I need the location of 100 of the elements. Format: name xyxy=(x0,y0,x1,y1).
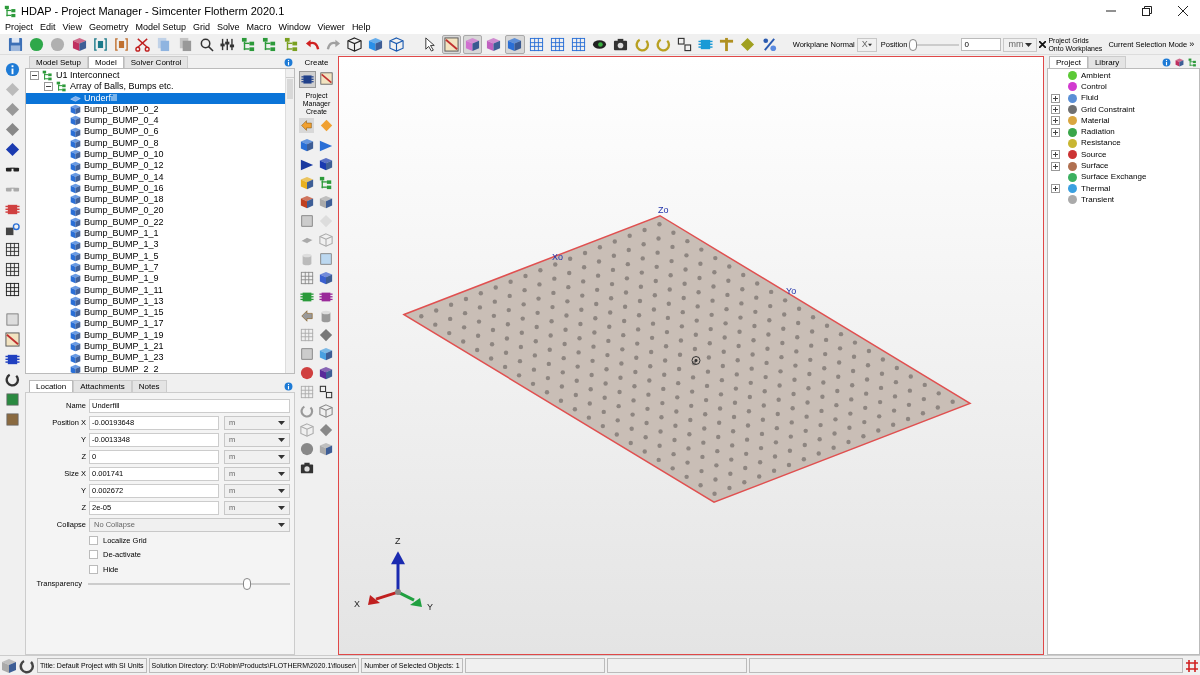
tree-item[interactable]: Bump_BUMP_1_19 xyxy=(26,329,285,342)
ball-icon[interactable] xyxy=(300,366,314,380)
chip-icon[interactable] xyxy=(301,73,314,86)
tree-item[interactable]: Resistance xyxy=(1048,137,1199,150)
camera-icon[interactable] xyxy=(300,461,314,475)
panel-tab[interactable]: Model Setup xyxy=(29,56,88,68)
tree-item[interactable]: Bump_BUMP_1_7 xyxy=(26,262,285,274)
tree-item[interactable]: Radiation xyxy=(1048,126,1199,138)
cube-icon[interactable] xyxy=(319,442,333,456)
tree-item[interactable]: Bump_BUMP_0_16 xyxy=(26,182,285,195)
cube-icon[interactable] xyxy=(319,195,333,209)
tree-item[interactable]: Fluid xyxy=(1048,92,1199,104)
tree-item[interactable]: Surface Exchange xyxy=(1048,171,1199,183)
cube-icon[interactable] xyxy=(300,176,314,190)
tree-item[interactable]: Bump_BUMP_0_20 xyxy=(26,205,285,217)
chip-icon[interactable] xyxy=(319,290,333,304)
info-icon[interactable] xyxy=(5,62,20,77)
tree-item[interactable]: Bump_BUMP_0_14 xyxy=(26,171,285,183)
tree-item[interactable]: Bump_BUMP_1_23 xyxy=(26,352,285,364)
cube-icon[interactable] xyxy=(319,347,333,361)
tree-item[interactable]: Source xyxy=(1048,149,1199,161)
arrow-icon[interactable] xyxy=(300,309,314,323)
menu-item[interactable]: Help xyxy=(348,21,374,35)
grid-icon[interactable] xyxy=(5,282,20,297)
arrow-icon[interactable] xyxy=(300,119,313,132)
panel-tab[interactable]: Location xyxy=(29,380,74,392)
menu-item[interactable]: Window xyxy=(275,21,314,35)
info-icon[interactable] xyxy=(1162,58,1171,67)
tree-item[interactable]: Underfill xyxy=(26,92,285,104)
square-icon[interactable] xyxy=(5,392,20,407)
tree-item[interactable]: Bump_BUMP_0_10 xyxy=(26,149,285,161)
hierarchy-icon[interactable] xyxy=(1188,58,1197,67)
cylinder-icon[interactable] xyxy=(319,309,333,323)
tree-item[interactable]: Thermal xyxy=(1048,182,1199,195)
tree-item[interactable]: U1 Interconnect xyxy=(26,70,285,82)
info-icon[interactable] xyxy=(284,58,293,67)
expand-toggle[interactable] xyxy=(1051,105,1060,115)
diamond-icon[interactable] xyxy=(319,328,333,342)
tree-item[interactable]: Bump_BUMP_0_6 xyxy=(26,126,285,138)
ball-icon[interactable] xyxy=(300,442,314,456)
wireframe-cube-icon[interactable] xyxy=(319,404,333,418)
checkbox[interactable] xyxy=(89,564,98,574)
close-icon[interactable] xyxy=(1039,41,1047,48)
menu-item[interactable]: Macro xyxy=(243,21,275,35)
grid-icon[interactable] xyxy=(5,242,20,257)
cube-icon[interactable] xyxy=(1175,58,1184,67)
menu-item[interactable]: Geometry xyxy=(85,21,132,35)
menu-item[interactable]: View xyxy=(59,21,85,35)
workplane-select[interactable]: X xyxy=(856,37,877,52)
menu-item[interactable]: Project xyxy=(2,21,36,35)
arc-icon[interactable] xyxy=(5,372,20,387)
cube-icon[interactable] xyxy=(319,366,333,380)
expand-toggle[interactable] xyxy=(1051,161,1060,171)
panel-tab[interactable]: Attachments xyxy=(73,380,132,392)
tree-item[interactable]: Bump_BUMP_1_13 xyxy=(26,295,285,308)
chip-icon[interactable] xyxy=(300,290,314,304)
panel-tab[interactable]: Project xyxy=(1049,56,1088,68)
tree-item[interactable]: Bump_BUMP_0_2 xyxy=(26,103,285,116)
menu-item[interactable]: Grid xyxy=(189,21,213,35)
expand-toggle[interactable] xyxy=(1051,150,1060,160)
slider-thumb[interactable] xyxy=(243,577,252,590)
transparency-slider[interactable] xyxy=(88,577,290,590)
tree-item[interactable]: Ambient xyxy=(1048,70,1199,82)
slider-thumb[interactable] xyxy=(909,38,918,51)
tree-item[interactable]: Surface xyxy=(1048,160,1199,172)
cube-icon[interactable] xyxy=(319,271,333,285)
chip-icon[interactable] xyxy=(5,202,20,217)
panel-tab[interactable]: Model xyxy=(87,56,124,68)
wedge-icon[interactable] xyxy=(300,157,314,171)
cube-icon[interactable] xyxy=(300,138,314,152)
arc-icon[interactable] xyxy=(19,657,35,674)
cube-icon[interactable] xyxy=(1,657,17,674)
panel-tab[interactable]: Solver Control xyxy=(123,56,189,68)
panel-tab[interactable]: Notes xyxy=(131,380,167,392)
menu-item[interactable]: Model Setup xyxy=(132,21,189,35)
position-field[interactable]: 0 xyxy=(961,38,1002,51)
tree-item[interactable]: Transient xyxy=(1048,194,1199,206)
tree-item[interactable]: Bump_BUMP_0_12 xyxy=(26,160,285,172)
hierarchy-icon[interactable] xyxy=(319,176,333,190)
checkbox[interactable] xyxy=(89,536,98,546)
chip-icon[interactable] xyxy=(5,352,20,367)
square-icon[interactable] xyxy=(319,252,333,266)
tree-item[interactable]: Material xyxy=(1048,115,1199,127)
grid-icon[interactable] xyxy=(5,262,20,277)
menu-item[interactable]: Edit xyxy=(37,21,59,35)
tree-item[interactable]: Bump_BUMP_1_11 xyxy=(26,284,285,296)
expand-toggle[interactable] xyxy=(1051,116,1060,126)
squares-icon[interactable] xyxy=(319,385,333,399)
wedge-icon[interactable] xyxy=(319,138,333,152)
position-slider[interactable] xyxy=(909,38,960,51)
collapse-toggle[interactable] xyxy=(44,82,53,92)
expand-toggle[interactable] xyxy=(1051,127,1060,137)
info-icon[interactable] xyxy=(284,382,293,391)
tree-item[interactable]: Bump_BUMP_1_15 xyxy=(26,307,285,319)
expand-toggle[interactable] xyxy=(1051,93,1060,103)
tree-item[interactable]: Bump_BUMP_1_9 xyxy=(26,273,285,285)
square-icon[interactable] xyxy=(300,347,314,361)
checkbox[interactable] xyxy=(89,550,98,560)
overflow-button[interactable]: » xyxy=(1189,37,1195,52)
tree-item[interactable]: Bump_BUMP_1_3 xyxy=(26,239,285,251)
